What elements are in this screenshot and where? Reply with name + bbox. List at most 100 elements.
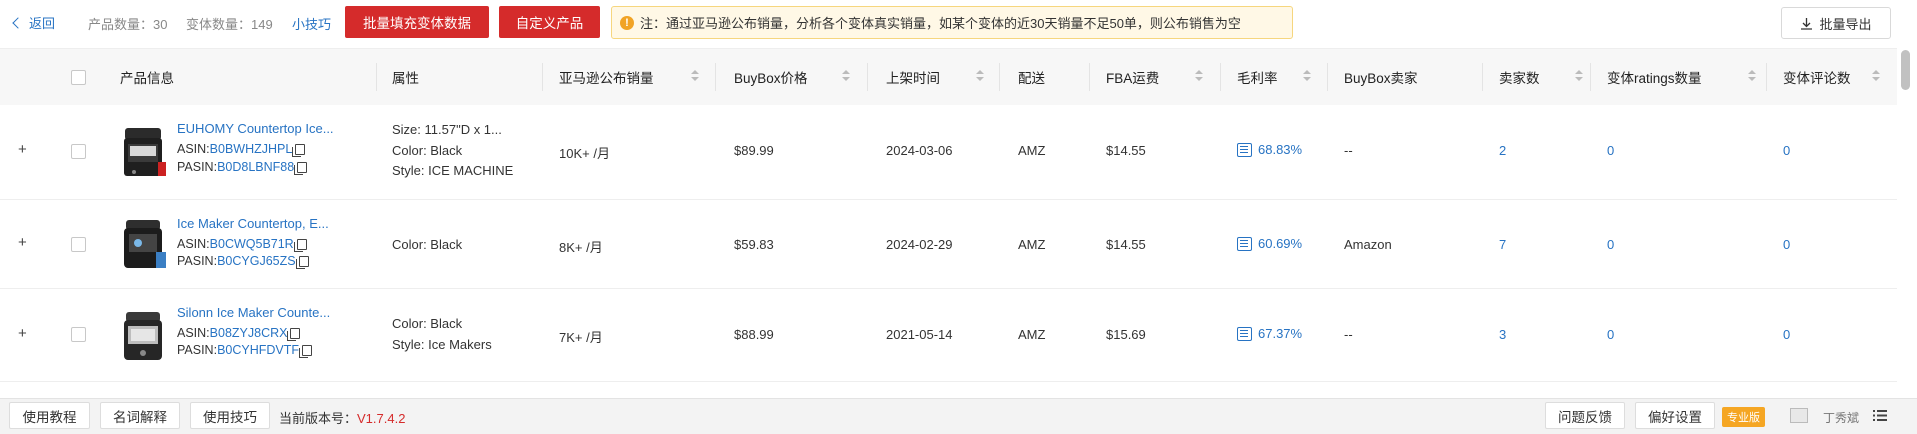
select-all-checkbox[interactable] [71, 70, 86, 85]
tips-button[interactable]: 使用技巧 [190, 402, 270, 429]
menu-icon[interactable] [1873, 410, 1887, 421]
margin-cell[interactable]: 67.37% [1237, 326, 1302, 341]
notice-text: 注：通过亚马逊公布销量，分析各个变体真实销量，如某个变体的近30天销量不足50单… [640, 16, 1241, 31]
sort-icon[interactable] [1748, 70, 1756, 81]
sort-icon[interactable] [1303, 70, 1311, 81]
ratings-count-link[interactable]: 0 [1607, 327, 1614, 342]
back-label: 返回 [29, 16, 56, 31]
header-seller-count[interactable]: 卖家数 [1499, 49, 1540, 105]
export-label: 批量导出 [1819, 16, 1872, 32]
margin-cell[interactable]: 60.69% [1237, 236, 1302, 251]
date-value: 2024-02-29 [886, 237, 953, 252]
ratings-count-link[interactable]: 0 [1607, 237, 1614, 252]
tutorial-button[interactable]: 使用教程 [9, 402, 90, 429]
header-variant-reviews[interactable]: 变体评论数 [1783, 49, 1851, 105]
asin-link[interactable]: B0CWQ5B71R [210, 237, 294, 251]
header-fba-fee[interactable]: FBA运费 [1106, 49, 1159, 105]
pasin-label: PASIN: [177, 343, 218, 357]
pasin-link[interactable]: B0CYGJ65ZS [217, 254, 296, 268]
version-label: 当前版本号： [279, 411, 358, 426]
notice-banner: ! 注：通过亚马逊公布销量，分析各个变体真实销量，如某个变体的近30天销量不足5… [611, 6, 1293, 39]
expand-icon[interactable]: + [18, 325, 27, 342]
column-divider [1766, 63, 1767, 91]
column-divider [1590, 63, 1591, 91]
product-title-link[interactable]: EUHOMY Countertop Ice... [177, 121, 334, 136]
calculator-icon [1237, 236, 1252, 251]
pasin-link[interactable]: B0D8LBNF88 [217, 160, 294, 174]
pasin-link[interactable]: B0CYHFDVTF [217, 343, 299, 357]
seller-count-link[interactable]: 7 [1499, 237, 1506, 252]
sort-icon[interactable] [976, 70, 984, 81]
header-amazon-sales[interactable]: 亚马逊公布销量 [559, 49, 654, 105]
header-buybox-seller: BuyBox卖家 [1344, 71, 1418, 86]
header-listing-date[interactable]: 上架时间 [886, 49, 940, 105]
price-value: $88.99 [734, 327, 774, 342]
info-icon: ! [620, 15, 634, 30]
row-checkbox[interactable] [71, 327, 86, 342]
pasin-label: PASIN: [177, 160, 218, 174]
custom-product-button[interactable]: 自定义产品 [499, 6, 600, 38]
glossary-button[interactable]: 名词解释 [100, 402, 180, 429]
username: 丁秀斌 [1823, 411, 1860, 425]
expand-icon[interactable]: + [18, 234, 27, 251]
pro-badge: 专业版 [1722, 407, 1765, 427]
row-checkbox[interactable] [71, 237, 86, 252]
asin-link[interactable]: B08ZYJ8CRX [210, 326, 288, 340]
avatar-icon [1790, 408, 1808, 423]
version-info: 当前版本号：V1.7.4.2 [279, 408, 405, 427]
sort-icon[interactable] [1195, 70, 1203, 81]
copy-icon[interactable] [293, 238, 307, 252]
back-link[interactable]: 返回 [12, 13, 56, 32]
calculator-icon [1237, 326, 1252, 341]
asin-link[interactable]: B0BWHZJHPL [210, 142, 293, 156]
sort-icon[interactable] [691, 70, 699, 81]
sort-icon[interactable] [1575, 70, 1583, 81]
attribute-color: Color: Black [392, 237, 463, 252]
reviews-count-link[interactable]: 0 [1783, 237, 1790, 252]
copy-icon[interactable] [292, 143, 306, 157]
product-title-link[interactable]: Ice Maker Countertop, E... [177, 216, 329, 231]
scrollbar-thumb[interactable] [1901, 50, 1910, 90]
product-thumbnail[interactable] [118, 306, 170, 364]
product-thumbnail[interactable] [118, 122, 170, 180]
row-checkbox[interactable] [71, 144, 86, 159]
copy-icon[interactable] [287, 327, 301, 341]
column-divider [1220, 63, 1221, 91]
reviews-count-link[interactable]: 0 [1783, 327, 1790, 342]
margin-cell[interactable]: 68.83% [1237, 142, 1302, 157]
column-divider [376, 63, 377, 91]
sort-icon[interactable] [1872, 70, 1880, 81]
seller-count-link[interactable]: 3 [1499, 327, 1506, 342]
product-title-link[interactable]: Silonn Ice Maker Counte... [177, 305, 330, 320]
settings-button[interactable]: 偏好设置 [1635, 402, 1715, 429]
price-value: $89.99 [734, 143, 774, 158]
header-gross-margin[interactable]: 毛利率 [1237, 49, 1278, 105]
chevron-left-icon [12, 16, 24, 29]
copy-icon[interactable] [294, 161, 308, 175]
expand-icon[interactable]: + [18, 141, 27, 158]
feedback-button[interactable]: 问题反馈 [1545, 402, 1625, 429]
product-thumbnail[interactable] [118, 214, 170, 272]
reviews-count-link[interactable]: 0 [1783, 143, 1790, 158]
delivery-value: AMZ [1018, 327, 1046, 342]
export-button[interactable]: 批量导出 [1781, 7, 1891, 39]
table-row: + Silonn Ice Maker Counte... ASIN: B08ZY… [0, 289, 1897, 382]
header-variant-ratings[interactable]: 变体ratings数量 [1607, 49, 1702, 105]
pasin-line: PASIN: B0CYHFDVTF [177, 343, 313, 358]
tips-link[interactable]: 小技巧 [292, 14, 331, 33]
header-buybox-price[interactable]: BuyBox价格 [734, 49, 808, 105]
copy-icon[interactable] [299, 344, 313, 358]
bulk-fill-button[interactable]: 批量填充变体数据 [345, 6, 489, 38]
buybox-seller-value: -- [1344, 327, 1353, 342]
vertical-scrollbar[interactable] [1898, 48, 1917, 388]
sort-icon[interactable] [842, 70, 850, 81]
download-icon [1801, 17, 1813, 30]
table-row: + Ice Maker Countertop, E... ASIN: B0CWQ… [0, 200, 1897, 289]
variant-count: 变体数量：149 [186, 14, 273, 33]
seller-count-link[interactable]: 2 [1499, 143, 1506, 158]
pasin-label: PASIN: [177, 254, 218, 268]
ratings-count-link[interactable]: 0 [1607, 143, 1614, 158]
fba-fee-value: $14.55 [1106, 237, 1146, 252]
copy-icon[interactable] [295, 255, 309, 269]
buybox-seller-value: Amazon [1344, 237, 1392, 252]
